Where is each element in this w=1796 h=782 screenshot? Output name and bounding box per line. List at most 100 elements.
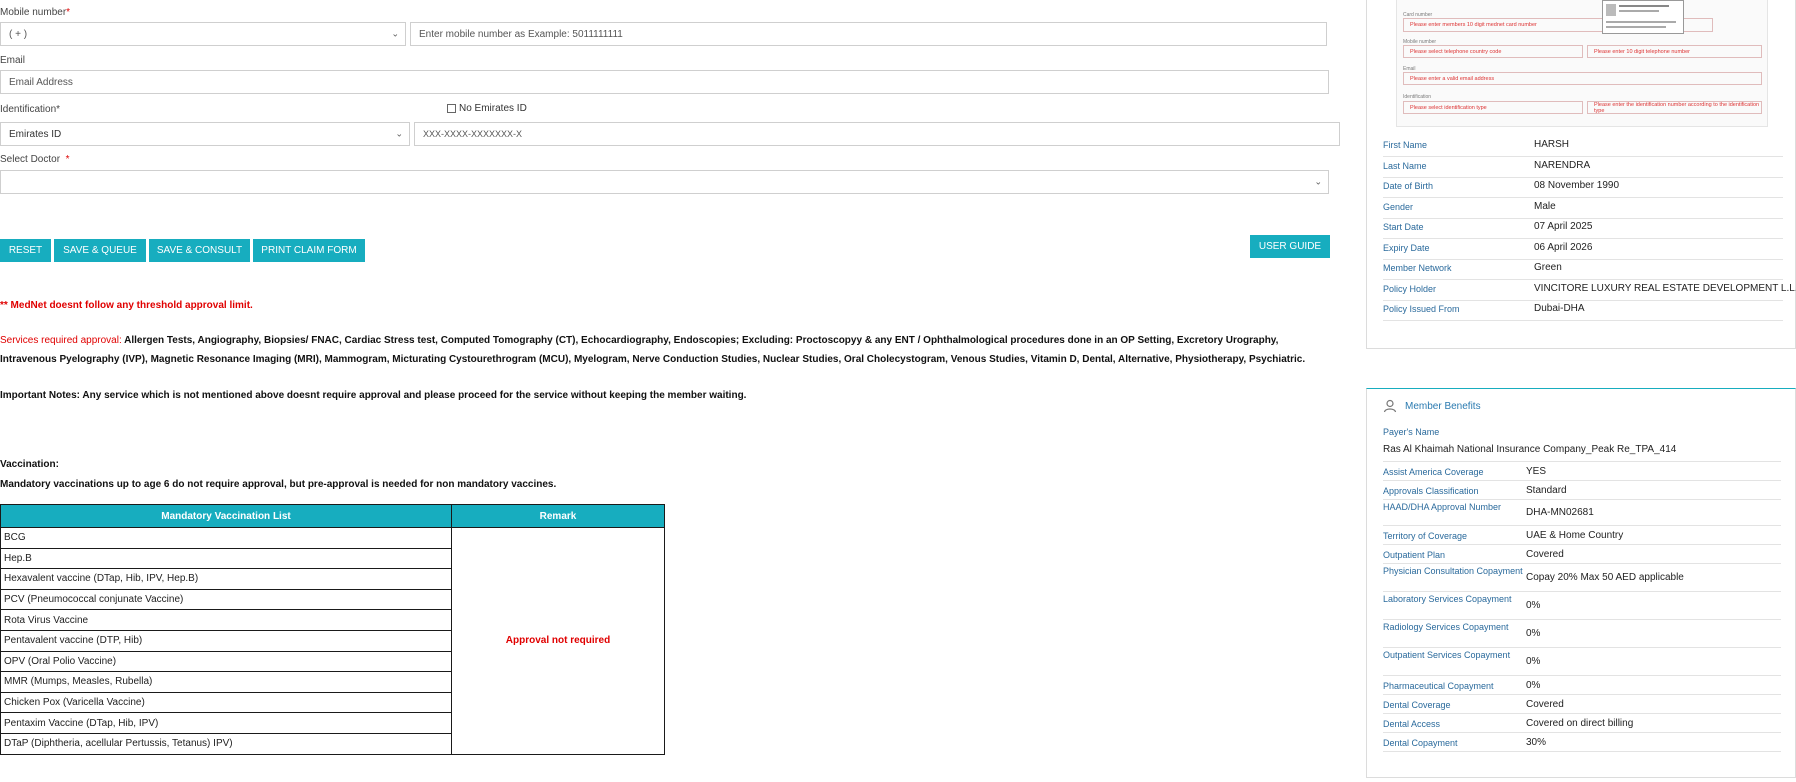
chevron-down-icon: ⌄	[391, 28, 399, 39]
benefit-key: Approvals Classification	[1383, 486, 1479, 496]
benefit-value: Covered on direct billing	[1526, 717, 1634, 729]
benefit-value: Covered	[1526, 548, 1564, 560]
email-label: Email	[0, 55, 26, 66]
benefit-value: 0%	[1526, 656, 1541, 667]
benefit-value: 0%	[1526, 679, 1541, 691]
benefit-key: Outpatient Services Copayment	[1383, 650, 1511, 660]
payer-label: Payer's Name	[1383, 427, 1440, 437]
threshold-notice: ** MedNet doesnt follow any threshold ap…	[0, 300, 253, 311]
member-info-row: Member Network Green	[1383, 259, 1783, 280]
vaccination-title: Vaccination:	[0, 459, 59, 470]
benefit-row: Outpatient Services Copayment 0%	[1383, 648, 1781, 676]
benefit-row: Pharmaceutical Copayment 0%	[1383, 676, 1781, 695]
benefit-key: Pharmaceutical Copayment	[1383, 681, 1494, 691]
print-claim-form-button[interactable]: PRINT CLAIM FORM	[253, 239, 365, 262]
benefit-key: Outpatient Plan	[1383, 550, 1446, 560]
vaccine-name: Hep.B	[0, 547, 452, 570]
vaccine-name: Hexavalent vaccine (DTap, Hib, IPV, Hep.…	[0, 568, 452, 590]
vaccination-text: Mandatory vaccinations up to age 6 do no…	[0, 479, 557, 490]
member-info-value: Dubai-DHA	[1534, 303, 1585, 314]
member-info-row: Policy Issued From Dubai-DHA	[1383, 300, 1783, 321]
vaccine-name: Pentaxim Vaccine (DTap, Hib, IPV)	[0, 712, 452, 734]
member-info-row: Last Name NARENDRA	[1383, 157, 1783, 178]
email-input[interactable]: Email Address	[0, 70, 1329, 94]
member-info-row: Gender Male	[1383, 198, 1783, 219]
vaccination-table: Mandatory Vaccination List Remark BCG App…	[0, 504, 665, 755]
benefit-row: Approvals Classification Standard	[1383, 481, 1781, 500]
member-info-key: First Name	[1383, 140, 1428, 150]
no-emirates-id-option[interactable]: No Emirates ID	[447, 103, 527, 114]
benefit-key: Dental Access	[1383, 719, 1441, 729]
member-info-value: Green	[1534, 262, 1562, 273]
vaccine-name: BCG	[0, 527, 452, 549]
doctor-select[interactable]: ⌄	[0, 170, 1329, 194]
member-info-value: VINCITORE LUXURY REAL ESTATE DEVELOPMENT…	[1534, 282, 1796, 294]
member-info-value: HARSH	[1534, 139, 1570, 150]
identification-label: Identification*	[0, 104, 61, 115]
benefit-row: Assist America Coverage YES	[1383, 462, 1781, 481]
save-queue-button[interactable]: SAVE & QUEUE	[54, 239, 146, 262]
save-consult-button[interactable]: SAVE & CONSULT	[149, 239, 250, 262]
vaccine-name: Pentavalent vaccine (DTP, Hib)	[0, 629, 452, 652]
benefit-row: Dental Copayment 30%	[1383, 733, 1781, 752]
member-info-value: NARENDRA	[1534, 159, 1591, 171]
reference-card-image: Card number Please enter members 10 digi…	[1396, 0, 1768, 127]
benefit-value: Copay 20% Max 50 AED applicable	[1526, 572, 1684, 583]
table-header-row: Mandatory Vaccination List Remark	[0, 504, 665, 528]
benefit-row: Physician Consultation Copayment Copay 20…	[1383, 564, 1781, 592]
user-guide-button[interactable]: USER GUIDE	[1250, 235, 1330, 258]
chevron-down-icon: ⌄	[1314, 176, 1322, 187]
vaccine-name: DTaP (Diphtheria, acellular Pertussis, T…	[0, 732, 452, 755]
member-info-key: Date of Birth	[1383, 181, 1434, 191]
header-vaccination-list: Mandatory Vaccination List	[0, 504, 452, 528]
member-benefits-header: Member Benefits	[1383, 399, 1481, 413]
member-info-row: Expiry Date 06 April 2026	[1383, 239, 1783, 260]
benefit-key: Radiology Services Copayment	[1383, 622, 1509, 632]
benefit-value: 0%	[1526, 600, 1541, 611]
member-info-row: Date of Birth 08 November 1990	[1383, 177, 1783, 198]
benefit-value: 0%	[1526, 628, 1541, 639]
member-info-key: Last Name	[1383, 160, 1427, 171]
benefit-row: Dental Coverage Covered	[1383, 695, 1781, 714]
benefits-list: Assist America Coverage YES Approvals Clas…	[1383, 462, 1781, 782]
no-emirates-id-checkbox[interactable]	[447, 104, 456, 113]
member-info-key: Gender	[1383, 201, 1414, 212]
select-doctor-label: Select Doctor *	[0, 154, 70, 165]
mobile-label: Mobile number*	[0, 7, 71, 18]
mobile-input[interactable]: Enter mobile number as Example: 50111111…	[410, 22, 1327, 46]
benefit-value: UAE & Home Country	[1526, 529, 1624, 541]
member-info-value: Male	[1534, 200, 1556, 212]
reset-button[interactable]: RESET	[0, 239, 51, 262]
approval-remark: Approval not required	[451, 527, 665, 755]
benefit-key: HAAD/DHA Approval Number	[1383, 502, 1502, 512]
benefit-value: DHA-MN02681	[1526, 507, 1594, 518]
benefit-row: Dental Access Covered on direct billing	[1383, 714, 1781, 733]
member-info-value: 08 November 1990	[1534, 180, 1620, 191]
vaccine-name: OPV (Oral Polio Vaccine)	[0, 650, 452, 673]
member-info-value: 06 April 2026	[1534, 241, 1593, 253]
vaccine-name: Rota Virus Vaccine	[0, 609, 452, 631]
benefit-value: Covered	[1526, 698, 1564, 710]
user-icon	[1383, 399, 1397, 413]
vaccine-name: PCV (Pneumococcal conjunate Vaccine)	[0, 588, 452, 611]
benefit-key: Dental Copayment	[1383, 738, 1458, 748]
benefit-row: Laboratory Services Copayment 0%	[1383, 592, 1781, 620]
member-info-key: Policy Holder	[1383, 283, 1437, 294]
member-info-row: Policy Holder VINCITORE LUXURY REAL ESTAT…	[1383, 280, 1796, 301]
services-approval-notice: Services required approval: Allergen Tes…	[0, 335, 1306, 365]
benefit-value: Standard	[1526, 484, 1567, 496]
vaccine-name: MMR (Mumps, Measles, Rubella)	[0, 671, 452, 693]
vaccine-name: Chicken Pox (Varicella Vaccine)	[0, 691, 452, 714]
header-remark: Remark	[451, 504, 665, 528]
id-type-select[interactable]: Emirates ID ⌄	[0, 122, 410, 146]
member-info-panel: Card number Please enter members 10 digi…	[1366, 0, 1796, 349]
member-info-list: First Name HARSH Last Name NARENDRA Date of …	[1383, 136, 1796, 336]
chevron-down-icon: ⌄	[395, 128, 403, 139]
benefit-row: Territory of Coverage UAE & Home Country	[1383, 526, 1781, 545]
member-info-key: Start Date	[1383, 222, 1424, 232]
member-benefits-panel: Member Benefits Payer's Name Ras Al Khai…	[1366, 388, 1796, 778]
member-info-key: Expiry Date	[1383, 242, 1430, 253]
member-info-row: First Name HARSH	[1383, 136, 1783, 157]
id-number-input[interactable]: XXX-XXXX-XXXXXXX-X	[414, 122, 1340, 146]
country-code-select[interactable]: ( + ) ⌄	[0, 22, 406, 46]
